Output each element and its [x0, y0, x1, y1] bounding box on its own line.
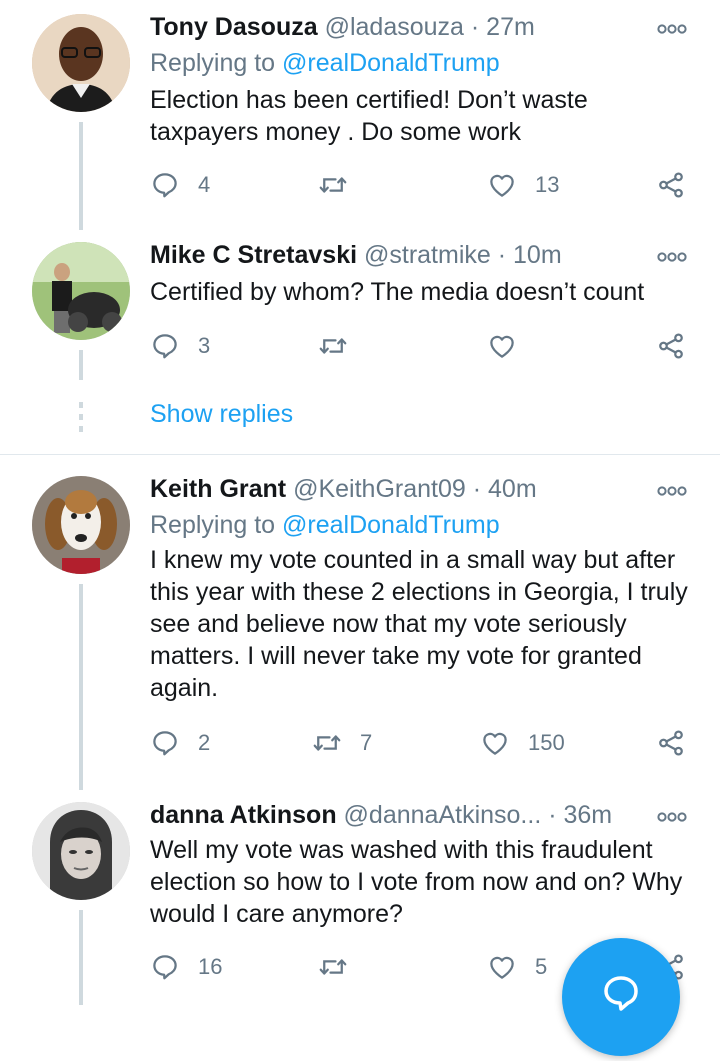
like-icon — [487, 331, 517, 361]
replying-to-link[interactable]: @realDonaldTrump — [282, 511, 500, 539]
thread-line — [79, 910, 83, 1005]
display-name[interactable]: Mike C Stretavski — [150, 241, 357, 269]
retweet-icon — [312, 728, 342, 758]
thread-line — [79, 122, 83, 230]
reply-icon — [150, 952, 180, 982]
like-icon — [487, 170, 517, 200]
display-name[interactable]: Keith Grant — [150, 475, 286, 503]
replying-to-label: Replying to — [150, 49, 283, 77]
tweet-text: Election has been certified! Don’t waste… — [150, 86, 588, 146]
retweet-button[interactable] — [318, 950, 348, 984]
reply-icon — [150, 331, 180, 361]
tweet-header: Keith Grant @KeithGrant09 · 40m — [150, 472, 537, 506]
tweet-text: Certified by whom? The media doesn’t cou… — [150, 278, 645, 306]
tweet-text: Well my vote was washed with this fraudu… — [150, 836, 683, 928]
retweet-icon — [318, 331, 348, 361]
more-icon[interactable] — [657, 250, 687, 264]
retweet-count: 7 — [360, 730, 373, 755]
replying-to: Replying to @realDonaldTrump — [150, 46, 500, 80]
avatar[interactable] — [32, 242, 130, 340]
like-button[interactable]: 150 — [480, 726, 565, 760]
share-icon — [656, 331, 686, 361]
user-handle[interactable]: @stratmike — [364, 241, 491, 269]
share-button[interactable] — [656, 329, 686, 363]
separator: · — [497, 241, 507, 269]
compose-button[interactable] — [562, 938, 680, 1056]
like-count: 13 — [535, 172, 560, 197]
user-handle[interactable]: @ladasouza — [325, 13, 464, 41]
timestamp[interactable]: 36m — [564, 801, 613, 829]
reply-icon — [150, 728, 180, 758]
like-count: 5 — [535, 954, 548, 979]
reply-count: 3 — [198, 333, 211, 358]
replying-to-label: Replying to — [150, 511, 283, 539]
reply-count: 4 — [198, 172, 211, 197]
tweet-card[interactable]: Keith Grant @KeithGrant09 · 40m Replying… — [0, 462, 720, 790]
reply-button[interactable]: 3 — [150, 329, 210, 363]
avatar[interactable] — [32, 14, 130, 112]
display-name[interactable]: danna Atkinson — [150, 801, 337, 829]
tweet-text: I knew my vote counted in a small way bu… — [150, 546, 688, 702]
reply-button[interactable]: 16 — [150, 950, 222, 984]
separator: · — [470, 13, 480, 41]
thread-dots — [79, 402, 83, 438]
retweet-button[interactable] — [318, 329, 348, 363]
like-icon — [487, 952, 517, 982]
avatar[interactable] — [32, 476, 130, 574]
tweet-actions: 4 13 — [150, 168, 690, 202]
avatar[interactable] — [32, 802, 130, 900]
timestamp[interactable]: 10m — [513, 241, 562, 269]
more-icon[interactable] — [657, 484, 687, 498]
tweet-card[interactable]: Tony Dasouza @ladasouza · 27m Replying t… — [0, 0, 720, 230]
reply-count: 16 — [198, 954, 223, 979]
tweet-actions: 2 7 150 — [150, 726, 690, 760]
show-replies-link[interactable]: Show replies — [150, 400, 293, 429]
like-button[interactable]: 5 — [487, 950, 547, 984]
thread-line — [79, 584, 83, 790]
like-button[interactable]: 13 — [487, 168, 559, 202]
retweet-icon — [318, 952, 348, 982]
more-icon[interactable] — [657, 22, 687, 36]
retweet-icon — [318, 170, 348, 200]
reply-button[interactable]: 2 — [150, 726, 210, 760]
user-handle[interactable]: @dannaAtkinso... — [344, 801, 542, 829]
more-icon[interactable] — [657, 810, 687, 824]
replying-to: Replying to @realDonaldTrump — [150, 508, 500, 542]
tweet-header: Mike C Stretavski @stratmike · 10m — [150, 238, 562, 272]
reply-icon — [150, 170, 180, 200]
reply-button[interactable]: 4 — [150, 168, 210, 202]
retweet-button[interactable] — [318, 168, 348, 202]
replying-to-link[interactable]: @realDonaldTrump — [282, 49, 500, 77]
separator: · — [548, 801, 557, 829]
share-icon — [656, 728, 686, 758]
tweet-header: danna Atkinson @dannaAtkinso... · 36m — [150, 798, 612, 832]
compose-icon — [604, 976, 638, 1011]
thread-line — [79, 350, 83, 380]
like-count: 150 — [528, 730, 565, 755]
like-icon — [480, 728, 510, 758]
separator: · — [472, 475, 482, 503]
tweet-header: Tony Dasouza @ladasouza · 27m — [150, 10, 535, 44]
like-button[interactable] — [487, 329, 517, 363]
retweet-button[interactable]: 7 — [312, 726, 372, 760]
user-handle[interactable]: @KeithGrant09 — [293, 475, 466, 503]
display-name[interactable]: Tony Dasouza — [150, 13, 318, 41]
timestamp[interactable]: 27m — [486, 13, 535, 41]
divider — [0, 454, 720, 455]
reply-count: 2 — [198, 730, 211, 755]
share-button[interactable] — [656, 726, 686, 760]
timestamp[interactable]: 40m — [488, 475, 537, 503]
tweet-actions: 3 — [150, 329, 690, 363]
share-icon — [656, 170, 686, 200]
share-button[interactable] — [656, 168, 686, 202]
tweet-card[interactable]: Mike C Stretavski @stratmike · 10m Certi… — [0, 230, 720, 455]
